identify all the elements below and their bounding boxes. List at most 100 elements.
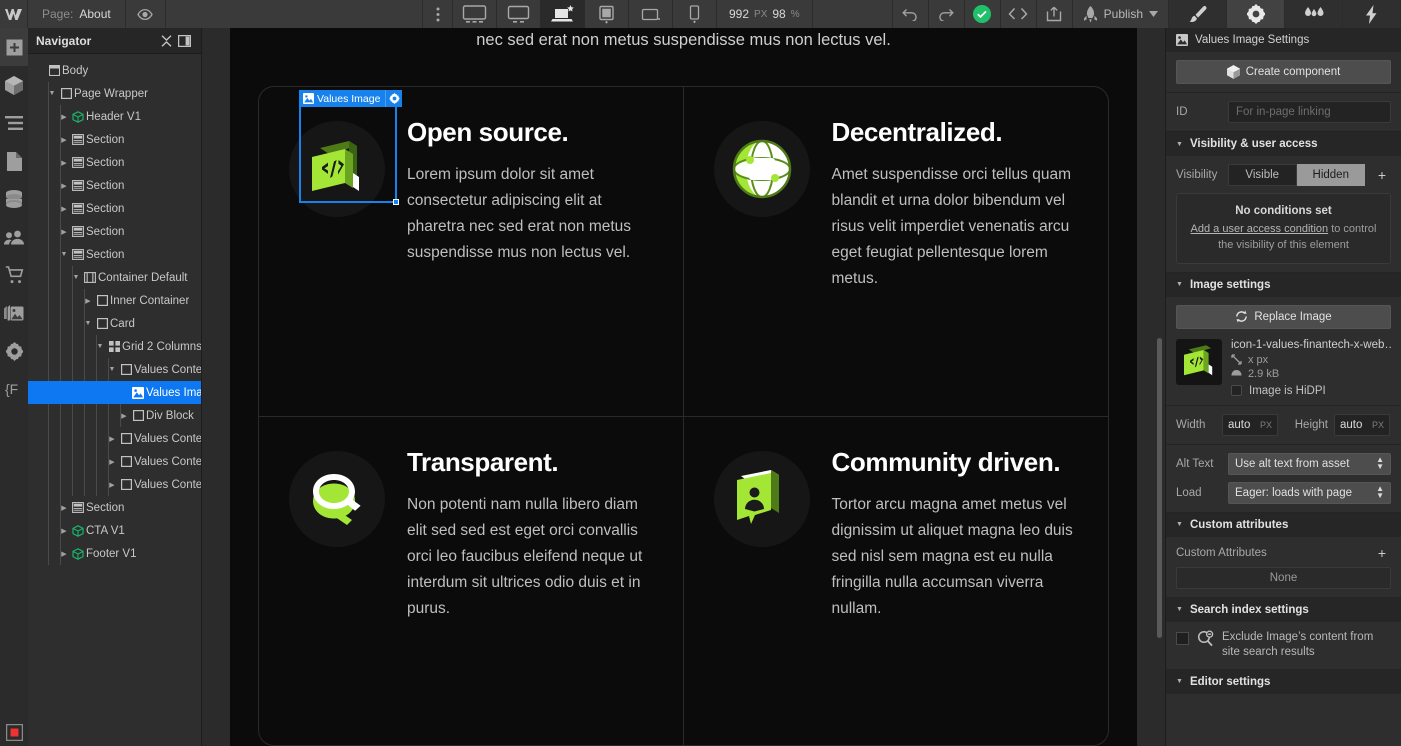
id-input[interactable]: For in-page linking — [1228, 101, 1391, 123]
custom-attributes-section-header[interactable]: ▼ Custom attributes — [1166, 513, 1401, 537]
navigator-item-card[interactable]: ▼Card — [28, 312, 201, 335]
values-content-1[interactable]: Values Image — [259, 87, 684, 417]
navigator-item-container-default[interactable]: ▼Container Default — [28, 266, 201, 289]
canvas-scrollbar[interactable] — [1157, 338, 1162, 638]
add-custom-attribute-button[interactable]: + — [1373, 545, 1391, 561]
undo-icon — [902, 8, 918, 21]
rail-settings[interactable] — [0, 332, 28, 370]
rail-variables[interactable]: {F — [0, 370, 28, 408]
community-speech-person-icon[interactable] — [714, 451, 810, 547]
asset-thumbnail[interactable] — [1176, 339, 1222, 385]
breakpoint-tablet[interactable] — [585, 0, 629, 28]
navigator-item-section[interactable]: ▶Section — [28, 128, 201, 151]
navigator-item-footer-v1[interactable]: ▶Footer V1 — [28, 542, 201, 565]
visibility-option-hidden[interactable]: Hidden — [1297, 164, 1366, 186]
navigator-item-values-imag[interactable]: Values Imag — [28, 381, 201, 404]
breakpoint-mobile-landscape[interactable] — [629, 0, 673, 28]
navigator-item-section[interactable]: ▼Section — [28, 243, 201, 266]
collapse-all-button[interactable] — [157, 35, 175, 47]
canvas-size-indicator[interactable]: 992 PX 98 % — [717, 0, 813, 28]
navigator-item-cta-v1[interactable]: ▶CTA V1 — [28, 519, 201, 542]
interactions-panel-tab[interactable] — [1285, 0, 1343, 28]
tree-guide-line — [48, 128, 49, 151]
style-panel-tab[interactable] — [1169, 0, 1227, 28]
rail-assets[interactable] — [0, 294, 28, 332]
navigator-item-inner-container[interactable]: ▶Inner Container — [28, 289, 201, 312]
transparent-magnifier-icon[interactable] — [289, 451, 385, 547]
rail-navigator[interactable] — [0, 104, 28, 142]
breakpoint-desktop-base[interactable] — [541, 0, 585, 28]
quick-effects-panel-tab[interactable] — [1343, 0, 1401, 28]
alt-text-select[interactable]: Use alt text from asset ▲▼ — [1228, 453, 1391, 475]
navigator-item-section[interactable]: ▶Section — [28, 496, 201, 519]
navigator-item-section[interactable]: ▶Section — [28, 151, 201, 174]
selection-badge[interactable]: Values Image — [299, 90, 402, 107]
add-visibility-condition-button[interactable]: + — [1373, 167, 1391, 183]
search-index-section-header[interactable]: ▼ Search index settings — [1166, 598, 1401, 622]
hidpi-checkbox[interactable] — [1231, 385, 1242, 396]
rail-users[interactable] — [0, 218, 28, 256]
values-content-2[interactable]: Decentralized. Amet suspendisse orci tel… — [684, 87, 1109, 417]
resize-handle-bottom-right[interactable] — [393, 199, 399, 205]
rail-cms[interactable] — [0, 180, 28, 218]
rail-components[interactable] — [0, 66, 28, 104]
exclude-search-row[interactable]: Exclude Image’s content from site search… — [1176, 630, 1391, 661]
canvas-area[interactable]: nec sed erat non metus suspendisse mus n… — [202, 28, 1165, 746]
exclude-search-checkbox[interactable] — [1176, 632, 1189, 645]
create-component-button[interactable]: Create component — [1176, 60, 1391, 84]
selected-element-outline[interactable]: Values Image — [299, 105, 397, 203]
navigator-item-section[interactable]: ▶Section — [28, 220, 201, 243]
breakpoint-mobile-portrait[interactable] — [673, 0, 717, 28]
breakpoint-desktop-xl[interactable] — [453, 0, 497, 28]
rail-record-button[interactable] — [0, 718, 28, 746]
page-indicator[interactable]: Page: About — [28, 0, 126, 28]
webflow-logo[interactable] — [0, 0, 28, 28]
replace-image-button[interactable]: Replace Image — [1176, 305, 1391, 329]
editor-settings-section-header[interactable]: ▼ Editor settings — [1166, 670, 1401, 694]
settings-panel-tab[interactable] — [1227, 0, 1285, 28]
rail-ecommerce[interactable] — [0, 256, 28, 294]
navigator-item-values-conten[interactable]: ▶Values Conten — [28, 450, 201, 473]
navigator-item-values-conten[interactable]: ▶Values Conten — [28, 473, 201, 496]
navigator-item-values-conten[interactable]: ▼Values Conten — [28, 358, 201, 381]
navigator-item-body[interactable]: Body — [28, 59, 201, 82]
navigator-tree[interactable]: Body▼Page Wrapper▶Header V1▶Section▶Sect… — [28, 54, 201, 746]
navigator-item-label: Values Conten — [134, 456, 201, 468]
visibility-segmented-control[interactable]: Visible Hidden — [1228, 164, 1365, 186]
visibility-section-header[interactable]: ▼ Visibility & user access — [1166, 132, 1401, 156]
rail-add-elements[interactable] — [0, 28, 28, 66]
export-share-button[interactable] — [1037, 0, 1073, 28]
selection-settings-button[interactable] — [385, 90, 402, 107]
rail-pages[interactable] — [0, 142, 28, 180]
visibility-option-visible[interactable]: Visible — [1228, 164, 1297, 186]
publish-button[interactable]: Publish — [1073, 0, 1169, 28]
height-input[interactable]: auto PX — [1334, 414, 1390, 436]
page-canvas[interactable]: nec sed erat non metus suspendisse mus n… — [230, 28, 1137, 746]
values-card[interactable]: Values Image — [258, 86, 1109, 746]
hidpi-row[interactable]: Image is HiDPI — [1231, 385, 1391, 397]
decentralized-globe-icon[interactable] — [714, 121, 810, 217]
load-select[interactable]: Eager: loads with page ▲▼ — [1228, 482, 1391, 504]
navigator-item-section[interactable]: ▶Section — [28, 174, 201, 197]
save-status-button[interactable] — [965, 0, 1001, 28]
image-settings-section-header[interactable]: ▼ Image settings — [1166, 273, 1401, 297]
code-view-button[interactable] — [1001, 0, 1037, 28]
navigator-item-page-wrapper[interactable]: ▼Page Wrapper — [28, 82, 201, 105]
redo-button[interactable] — [929, 0, 965, 28]
undo-button[interactable] — [893, 0, 929, 28]
values-content-3[interactable]: Transparent. Non potenti nam nulla liber… — [259, 417, 684, 746]
navigator-item-values-conten[interactable]: ▶Values Conten — [28, 427, 201, 450]
breakpoint-desktop-large[interactable] — [497, 0, 541, 28]
navigator-item-section[interactable]: ▶Section — [28, 197, 201, 220]
preview-toggle[interactable] — [126, 0, 166, 28]
page-label: Page: — [42, 7, 73, 21]
navigator-item-div-block[interactable]: ▶Div Block — [28, 404, 201, 427]
panel-toggle-button[interactable] — [175, 35, 193, 47]
tree-guide-line — [48, 174, 49, 197]
add-user-access-condition-link[interactable]: Add a user access condition — [1191, 223, 1329, 235]
navigator-item-grid-2-columns[interactable]: ▼Grid 2 Columns — [28, 335, 201, 358]
more-options-button[interactable] — [423, 0, 453, 28]
navigator-item-header-v1[interactable]: ▶Header V1 — [28, 105, 201, 128]
values-content-4[interactable]: Community driven. Tortor arcu magna amet… — [684, 417, 1109, 746]
width-input[interactable]: auto PX — [1222, 414, 1278, 436]
